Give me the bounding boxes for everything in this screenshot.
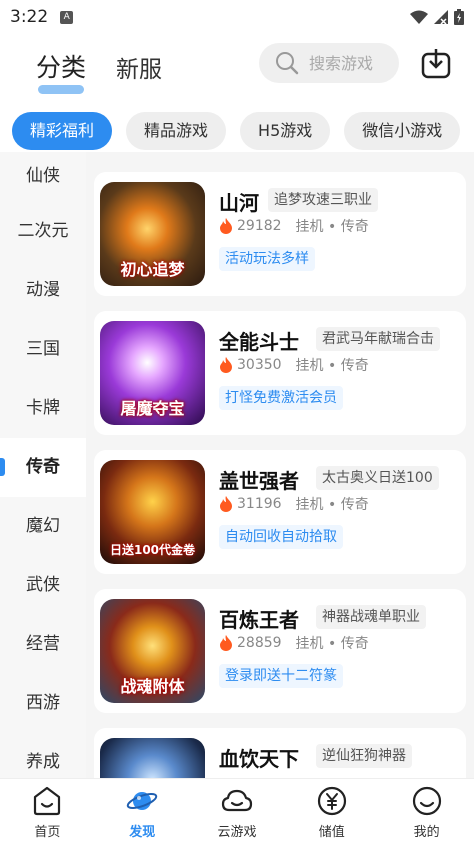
game-icon: 屠魔夺宝 bbox=[100, 321, 205, 425]
tab-indicator bbox=[38, 85, 84, 94]
chip-welfare[interactable]: 精彩福利 bbox=[12, 112, 113, 150]
fire-icon bbox=[220, 496, 232, 512]
game-tag: 太古奥义日送100 bbox=[316, 466, 439, 490]
nav-label: 发现 bbox=[129, 825, 156, 840]
player-count: 30350 bbox=[237, 357, 282, 373]
genre-item[interactable]: 养成 bbox=[0, 733, 86, 778]
game-name: 盖世强者 bbox=[219, 469, 299, 493]
game-card[interactable]: 初心追梦 山河 追梦攻速三职业 29182 挂机 • 传奇 活动玩法多样 bbox=[94, 172, 466, 296]
smiley-icon bbox=[412, 786, 441, 816]
genre-item[interactable]: 经营 bbox=[0, 615, 86, 674]
game-stats: 30350 挂机 • 传奇 bbox=[219, 355, 369, 375]
game-stats: 28859 挂机 • 传奇 bbox=[219, 633, 369, 653]
search-icon bbox=[276, 52, 299, 75]
status-bar: 3:22 A bbox=[0, 0, 474, 34]
genre-item[interactable]: 西游 bbox=[0, 674, 86, 733]
game-tag: 君武马年献瑞合击 bbox=[316, 327, 440, 351]
search-box[interactable] bbox=[259, 43, 399, 83]
home-icon bbox=[34, 786, 61, 816]
nav-label: 储值 bbox=[318, 825, 345, 840]
game-promo: 打怪免费激活会员 bbox=[219, 386, 343, 410]
game-card[interactable]: 战魂附体 百炼王者 神器战魂单职业 28859 挂机 • 传奇 登录即送十二符篆 bbox=[94, 589, 466, 713]
wifi-icon bbox=[410, 10, 428, 24]
tab-new-server[interactable]: 新服 bbox=[116, 50, 162, 84]
status-time: 3:22 bbox=[10, 7, 49, 27]
fire-icon bbox=[220, 357, 232, 373]
nav-discover[interactable]: 发现 bbox=[95, 779, 190, 842]
battery-icon bbox=[454, 9, 464, 25]
game-tag: 逆仙狂狗神器 bbox=[316, 744, 412, 768]
player-count: 28859 bbox=[237, 635, 282, 651]
game-name: 山河 bbox=[219, 191, 259, 215]
nav-recharge[interactable]: 储值 bbox=[284, 779, 379, 842]
game-card[interactable]: 日送100代金卷 盖世强者 太古奥义日送100 31196 挂机 • 传奇 自动… bbox=[94, 450, 466, 574]
genre-item[interactable]: 二次元 bbox=[0, 202, 86, 261]
game-stats: 29182 挂机 • 传奇 bbox=[219, 216, 369, 236]
signal-icon bbox=[434, 10, 448, 24]
game-icon-text: 战魂附体 bbox=[120, 677, 185, 696]
bottom-nav: 首页 发现 云游戏 储值 我的 bbox=[0, 778, 474, 842]
status-icons bbox=[410, 9, 464, 25]
game-card[interactable]: 屠魔夺宝 全能斗士 君武马年献瑞合击 30350 挂机 • 传奇 打怪免费激活会… bbox=[94, 311, 466, 435]
yuan-coin-icon bbox=[317, 786, 346, 816]
planet-icon bbox=[126, 792, 158, 810]
search-input[interactable] bbox=[309, 53, 399, 73]
notification-icon: A bbox=[60, 10, 74, 24]
game-name: 全能斗士 bbox=[219, 330, 299, 354]
game-category: 挂机 • 传奇 bbox=[295, 636, 369, 652]
game-icon: 战魂附体 bbox=[100, 599, 205, 703]
genre-item[interactable]: 三国 bbox=[0, 320, 86, 379]
genre-item[interactable]: 魔幻 bbox=[0, 497, 86, 556]
game-tag: 追梦攻速三职业 bbox=[268, 188, 378, 212]
chip-h5-games[interactable]: H5游戏 bbox=[240, 112, 331, 150]
genre-item[interactable]: 武侠 bbox=[0, 556, 86, 615]
game-name: 血饮天下 bbox=[219, 747, 299, 771]
tab-category[interactable]: 分类 bbox=[36, 48, 86, 84]
game-icon bbox=[100, 738, 205, 778]
player-count: 29182 bbox=[237, 218, 282, 234]
game-stats: 31196 挂机 • 传奇 bbox=[219, 494, 369, 514]
download-icon[interactable] bbox=[420, 48, 452, 80]
genre-sidebar: 仙侠 二次元 动漫 三国 卡牌 传奇 魔幻 武侠 经营 西游 养成 bbox=[0, 152, 86, 778]
game-promo: 活动玩法多样 bbox=[219, 247, 315, 271]
game-category: 挂机 • 传奇 bbox=[295, 358, 369, 374]
game-category: 挂机 • 传奇 bbox=[295, 219, 369, 235]
genre-item-active[interactable]: 传奇 bbox=[0, 438, 86, 497]
nav-label: 我的 bbox=[413, 825, 440, 840]
game-category: 挂机 • 传奇 bbox=[295, 497, 369, 513]
game-card[interactable]: 血饮天下 逆仙狂狗神器 bbox=[94, 728, 466, 778]
chip-premium-games[interactable]: 精品游戏 bbox=[126, 112, 227, 150]
game-list: 初心追梦 山河 追梦攻速三职业 29182 挂机 • 传奇 活动玩法多样 屠魔夺… bbox=[86, 152, 474, 778]
fire-icon bbox=[220, 218, 232, 234]
game-icon: 日送100代金卷 bbox=[100, 460, 205, 564]
nav-cloud-game[interactable]: 云游戏 bbox=[190, 779, 285, 842]
game-icon-text: 屠魔夺宝 bbox=[120, 399, 185, 418]
game-icon: 初心追梦 bbox=[100, 182, 205, 286]
fire-icon bbox=[220, 635, 232, 651]
player-count: 31196 bbox=[237, 496, 282, 512]
game-tag: 神器战魂单职业 bbox=[316, 605, 426, 629]
nav-label: 首页 bbox=[34, 825, 61, 840]
genre-item[interactable]: 仙侠 bbox=[0, 152, 86, 202]
nav-home[interactable]: 首页 bbox=[0, 779, 95, 842]
genre-item[interactable]: 动漫 bbox=[0, 261, 86, 320]
game-promo: 自动回收自动拾取 bbox=[219, 525, 343, 549]
nav-label: 云游戏 bbox=[217, 825, 257, 840]
chip-wechat-games[interactable]: 微信小游戏 bbox=[344, 112, 461, 150]
nav-profile[interactable]: 我的 bbox=[379, 779, 474, 842]
game-icon-text: 日送100代金卷 bbox=[109, 543, 196, 557]
genre-item[interactable]: 卡牌 bbox=[0, 379, 86, 438]
game-name: 百炼王者 bbox=[219, 608, 299, 632]
game-icon-text: 初心追梦 bbox=[120, 260, 185, 279]
category-chips: 精彩福利 精品游戏 H5游戏 微信小游戏 bbox=[12, 112, 461, 150]
header: 分类 新服 bbox=[0, 38, 474, 96]
game-promo: 登录即送十二符篆 bbox=[219, 664, 343, 688]
cloud-icon bbox=[221, 789, 253, 812]
